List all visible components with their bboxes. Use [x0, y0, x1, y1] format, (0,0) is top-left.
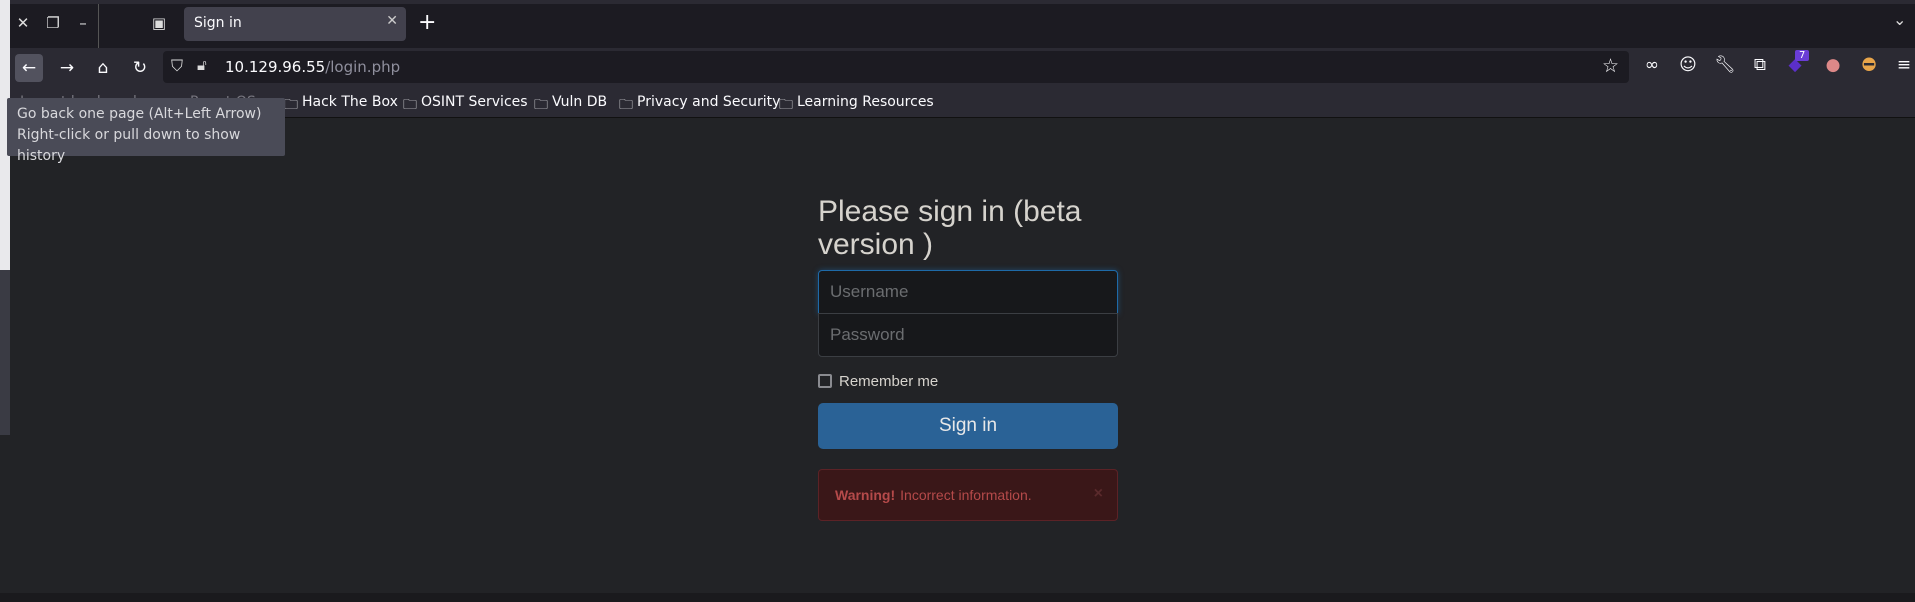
bookmark-osint-services[interactable]: OSINT Services — [421, 94, 528, 110]
bookmark-privacy-security[interactable]: Privacy and Security — [637, 94, 780, 110]
folder-icon: 🗀 — [403, 97, 417, 113]
window-restore-icon[interactable]: ❐ — [42, 14, 64, 32]
tab-sign-in[interactable]: Sign in ✕ — [184, 7, 406, 41]
tooltip-line: Go back one page (Alt+Left Arrow) — [17, 106, 262, 122]
remember-me[interactable]: Remember me — [818, 371, 1118, 391]
sign-in-button[interactable]: Sign in — [818, 403, 1118, 449]
window-close-icon[interactable]: ✕ — [12, 14, 34, 32]
forward-arrow-icon[interactable]: → — [53, 54, 81, 82]
tab-title: Sign in — [194, 15, 242, 31]
username-input[interactable] — [818, 270, 1118, 314]
wrench-icon[interactable]: 🔧︎ — [1712, 55, 1738, 75]
login-form: Please sign in (beta version ) Remember … — [818, 195, 1118, 521]
bookmark-hack-the-box[interactable]: Hack The Box — [302, 94, 398, 110]
reload-icon[interactable]: ↻ — [126, 54, 154, 82]
private-mask-icon[interactable]: ∞ — [1639, 55, 1665, 75]
foxyproxy-icon[interactable]: ● — [1820, 55, 1846, 75]
insecure-lock-icon[interactable]: 🔓︎ — [197, 56, 207, 74]
alert-close-icon[interactable]: × — [1094, 485, 1103, 503]
tracking-protection-shield-icon[interactable]: ⛉ — [171, 56, 183, 76]
warning-alert: Warning! Incorrect information. × — [818, 469, 1118, 521]
window-top-border — [0, 0, 1915, 4]
bookmark-learning-resources[interactable]: Learning Resources — [797, 94, 934, 110]
extension-badge: 7 — [1795, 50, 1810, 61]
back-arrow-icon[interactable]: ← — [15, 54, 43, 82]
folder-icon: 🗀 — [779, 97, 793, 113]
alert-strong: Warning! — [835, 487, 896, 503]
url-text[interactable]: 10.129.96.55/login.php — [225, 58, 400, 76]
tab-bar: ✕ ❐ – ▣ Sign in ✕ + ⌄ — [0, 0, 1915, 48]
bottom-bar — [0, 593, 1915, 602]
remember-me-checkbox[interactable] — [818, 374, 832, 388]
folder-icon: 🗀 — [619, 97, 633, 113]
window-minimize-icon[interactable]: – — [72, 14, 94, 32]
bookmark-vuln-db[interactable]: Vuln DB — [552, 94, 607, 110]
tooltip-line: Right-click or pull down to show history — [17, 127, 241, 164]
navigation-toolbar: ← → ⌂ ↻ ⛉ 🔓︎ 10.129.96.55/login.php ☆ ∞ … — [0, 48, 1915, 87]
firefox-view-icon[interactable]: ▣ — [148, 14, 170, 32]
bookmarks-toolbar: Import bookmarks... Parrot OS 🗀 Hack The… — [0, 87, 1915, 118]
divider — [98, 4, 99, 48]
page-title: Please sign in (beta version ) — [818, 195, 1082, 261]
menu-hamburger-icon[interactable]: ≡ — [1891, 55, 1915, 75]
back-button-tooltip: Go back one page (Alt+Left Arrow) Right-… — [7, 98, 285, 164]
bookmark-star-icon[interactable]: ☆ — [1602, 55, 1619, 77]
tab-close-icon[interactable]: ✕ — [386, 13, 398, 29]
password-input[interactable] — [818, 313, 1118, 357]
new-tab-icon[interactable]: + — [418, 10, 436, 35]
url-path: /login.php — [325, 58, 401, 76]
folder-icon: 🗀 — [284, 97, 298, 113]
alert-message: Incorrect information. — [900, 487, 1032, 503]
url-host: 10.129.96.55 — [225, 58, 326, 76]
adblock-icon[interactable]: ⛔︎ — [1856, 55, 1882, 75]
extensions-puzzle-icon[interactable]: ⧉ — [1747, 55, 1773, 75]
folder-icon: 🗀 — [534, 97, 548, 113]
home-icon[interactable]: ⌂ — [89, 54, 117, 82]
list-all-tabs-icon[interactable]: ⌄ — [1893, 10, 1906, 29]
url-bar[interactable]: ⛉ 🔓︎ 10.129.96.55/login.php ☆ — [163, 51, 1629, 83]
remember-me-label: Remember me — [839, 372, 939, 390]
account-icon[interactable]: ☺ — [1675, 55, 1701, 75]
background-window-edge — [0, 270, 10, 435]
